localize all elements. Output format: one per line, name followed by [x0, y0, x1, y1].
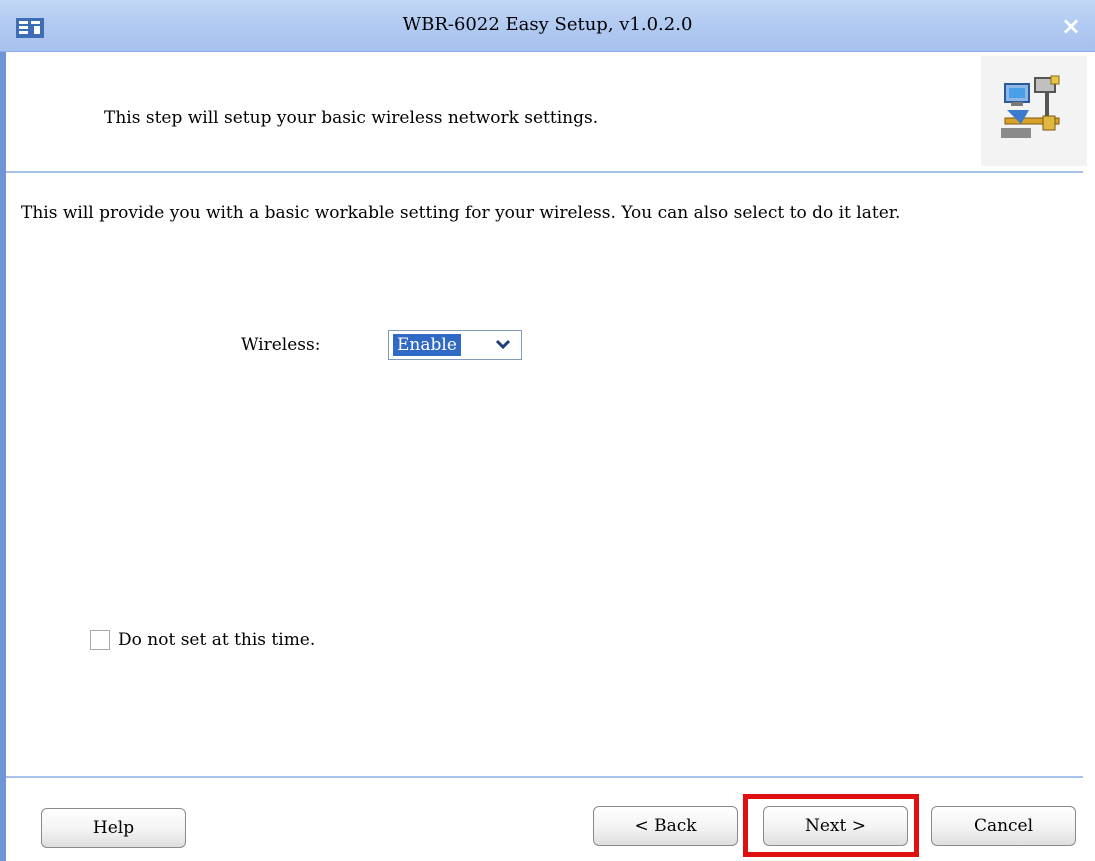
back-button[interactable]: < Back — [593, 806, 738, 846]
cancel-button[interactable]: Cancel — [931, 806, 1076, 846]
header-text: This step will setup your basic wireless… — [104, 108, 599, 128]
next-button[interactable]: Next > — [763, 806, 908, 846]
close-icon[interactable]: × — [1057, 12, 1085, 40]
network-computers-icon — [1001, 75, 1060, 138]
wizard-header: This step will setup your basic wireless… — [6, 52, 1095, 171]
header-separator — [6, 171, 1083, 173]
window-left-border — [0, 52, 6, 861]
do-not-set-checkbox[interactable] — [90, 630, 110, 650]
title-bar: WBR-6022 Easy Setup, v1.0.2.0 × — [0, 0, 1095, 52]
chevron-down-icon[interactable] — [488, 334, 518, 356]
help-button[interactable]: Help — [41, 808, 186, 848]
wireless-select-value: Enable — [392, 333, 462, 357]
window-title: WBR-6022 Easy Setup, v1.0.2.0 — [402, 14, 693, 35]
footer-separator — [6, 776, 1083, 778]
wireless-label: Wireless: — [241, 335, 321, 355]
header-icon-box — [981, 56, 1087, 166]
do-not-set-label: Do not set at this time. — [118, 630, 316, 650]
setup-window: WBR-6022 Easy Setup, v1.0.2.0 × This ste… — [0, 0, 1095, 861]
wireless-select[interactable]: Enable — [388, 330, 522, 360]
description-text: This will provide you with a basic worka… — [21, 203, 901, 223]
